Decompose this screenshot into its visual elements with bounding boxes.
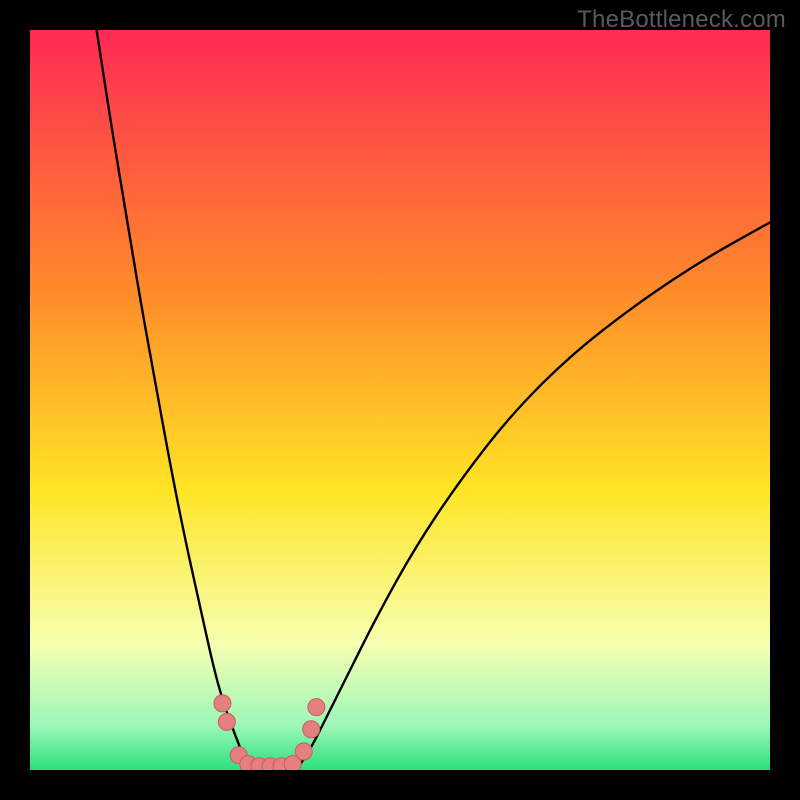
data-marker <box>303 721 320 738</box>
chart-frame: TheBottleneck.com <box>0 0 800 800</box>
data-marker <box>308 699 325 716</box>
plot-area <box>30 30 770 770</box>
data-marker <box>218 713 235 730</box>
gradient-background <box>30 30 770 770</box>
chart-svg <box>30 30 770 770</box>
data-marker <box>295 743 312 760</box>
data-marker <box>214 695 231 712</box>
